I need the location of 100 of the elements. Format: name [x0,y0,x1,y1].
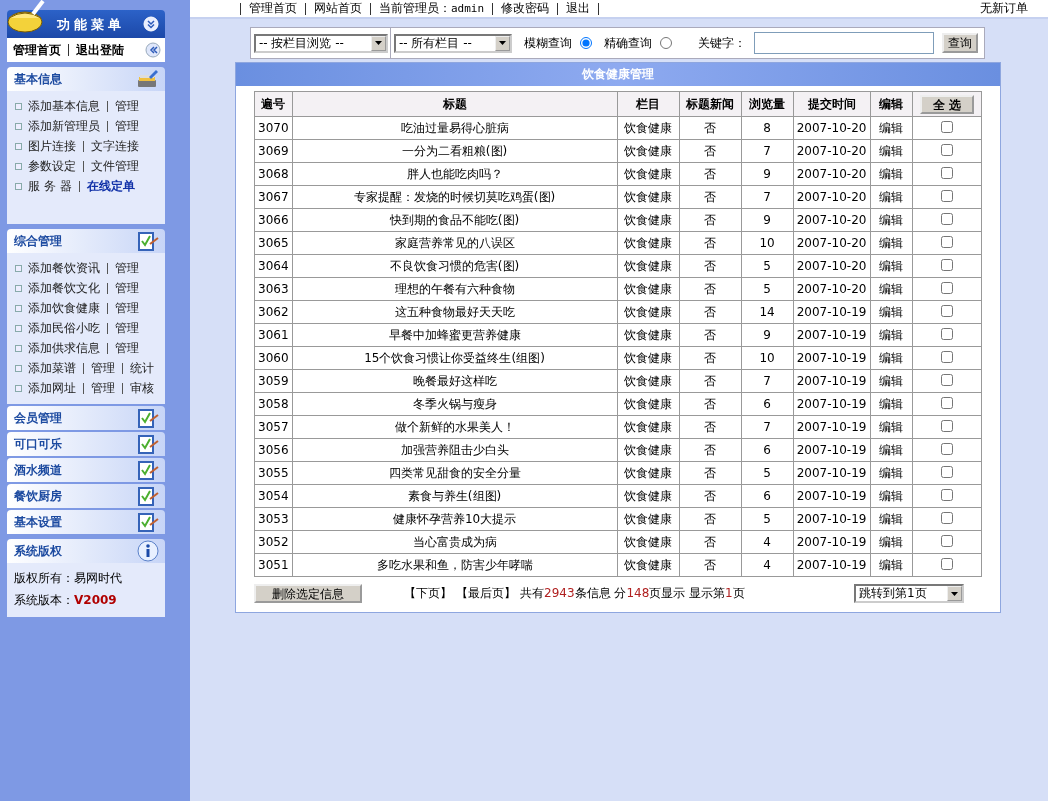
top-link[interactable]: 网站首页 [314,0,362,17]
edit-link[interactable]: 编辑 [870,139,913,163]
row-checkbox[interactable] [940,143,953,156]
title-link[interactable]: 吃油过量易得心脏病 [292,116,618,140]
edit-link[interactable]: 编辑 [870,162,913,186]
top-link[interactable]: 修改密码 [501,0,550,17]
title-link[interactable]: 15个饮食习惯让你受益终生(组图) [292,346,618,370]
title-link[interactable]: 晚餐最好这样吃 [292,369,618,393]
edit-link[interactable]: 编辑 [870,415,913,439]
row-checkbox[interactable] [940,442,953,455]
title-link[interactable]: 理想的午餐有六种食物 [292,277,618,301]
menu-link[interactable]: 添加供求信息 [28,339,100,357]
row-checkbox[interactable] [940,488,953,501]
row-checkbox[interactable] [940,235,953,248]
menu-link[interactable]: 管理 [115,97,139,115]
menu-link[interactable]: 管理 [115,279,139,297]
title-link[interactable]: 当心富贵成为病 [292,530,618,554]
section-header[interactable]: 综合管理 [7,229,165,253]
row-checkbox[interactable] [940,189,953,202]
menu-link[interactable]: 在线定单 [86,177,135,195]
edit-link[interactable]: 编辑 [870,484,913,508]
menu-link[interactable]: 管理 [115,117,139,135]
menu-link[interactable]: 添加网址 [28,379,76,397]
edit-link[interactable]: 编辑 [870,507,913,531]
row-checkbox[interactable] [940,350,953,363]
row-checkbox[interactable] [940,166,953,179]
menu-link[interactable]: 图片连接 [28,137,76,155]
menu-link[interactable]: 审核 [130,379,154,397]
menu-link[interactable]: 添加基本信息 [28,97,100,115]
edit-link[interactable]: 编辑 [870,369,913,393]
edit-link[interactable]: 编辑 [870,116,913,140]
menu-link[interactable]: 统计 [130,359,154,377]
section-header[interactable]: 餐饮厨房 [7,484,165,508]
title-link[interactable]: 不良饮食习惯的危害(图) [292,254,618,278]
edit-link[interactable]: 编辑 [870,346,913,370]
row-checkbox[interactable] [940,557,953,570]
edit-link[interactable]: 编辑 [870,185,913,209]
title-link[interactable]: 健康怀孕营养10大提示 [292,507,618,531]
menu-link[interactable]: 添加餐饮文化 [28,279,100,297]
row-checkbox[interactable] [940,281,953,294]
row-checkbox[interactable] [940,120,953,133]
row-checkbox[interactable] [940,465,953,478]
pager-link[interactable]: 【最后页】 [456,585,516,602]
keyword-field[interactable] [754,32,934,54]
title-link[interactable]: 做个新鲜的水果美人！ [292,415,618,439]
top-link[interactable]: 管理首页 [249,0,297,17]
menu-link[interactable]: 退出登陆 [76,41,124,59]
menu-link[interactable]: 添加饮食健康 [28,299,100,317]
title-link[interactable]: 专家提醒：发烧的时候切莫吃鸡蛋(图) [292,185,618,209]
menu-link[interactable]: 添加餐饮资讯 [28,259,100,277]
menu-link[interactable]: 文字连接 [91,137,139,155]
section-header[interactable]: 基本信息 [7,67,165,91]
edit-link[interactable]: 编辑 [870,461,913,485]
row-checkbox[interactable] [940,534,953,547]
menu-link[interactable]: 管理 [91,359,115,377]
section-header[interactable]: 系统版权 [7,539,165,563]
menu-link[interactable]: 管理 [115,299,139,317]
title-link[interactable]: 加强营养阻击少白头 [292,438,618,462]
menu-link[interactable]: 参数设定 [28,157,76,175]
edit-link[interactable]: 编辑 [870,277,913,301]
title-link[interactable]: 一分为二看粗粮(图) [292,139,618,163]
select-all-button[interactable]: 全 选 [919,94,974,114]
menu-link[interactable]: 添加民俗小吃 [28,319,100,337]
edit-link[interactable]: 编辑 [870,323,913,347]
menu-link[interactable]: 管理 [115,259,139,277]
delete-selected-button[interactable]: 删除选定信息 [254,584,362,603]
title-link[interactable]: 胖人也能吃肉吗？ [292,162,618,186]
menu-link[interactable]: 管理 [91,379,115,397]
title-link[interactable]: 快到期的食品不能吃(图) [292,208,618,232]
edit-link[interactable]: 编辑 [870,254,913,278]
radio-button[interactable] [580,37,592,49]
row-checkbox[interactable] [940,419,953,432]
title-link[interactable]: 四类常见甜食的安全分量 [292,461,618,485]
title-link[interactable]: 家庭营养常见的八误区 [292,231,618,255]
row-checkbox[interactable] [940,258,953,271]
top-link[interactable]: 退出 [566,0,591,17]
menu-link[interactable]: 管理 [115,339,139,357]
edit-link[interactable]: 编辑 [870,392,913,416]
row-checkbox[interactable] [940,396,953,409]
row-checkbox[interactable] [940,327,953,340]
menu-link[interactable]: 添加新管理员 [28,117,100,135]
section-header[interactable]: 可口可乐 [7,432,165,456]
menu-link[interactable]: 添加菜谱 [28,359,76,377]
menu-link[interactable]: 文件管理 [91,157,139,175]
edit-link[interactable]: 编辑 [870,231,913,255]
section-header[interactable]: 基本设置 [7,510,165,534]
edit-link[interactable]: 编辑 [870,208,913,232]
radio-button[interactable] [660,37,672,49]
page-jump-select[interactable]: 跳转到第1页 [854,584,964,603]
menu-link[interactable]: 管理 [115,319,139,337]
edit-link[interactable]: 编辑 [870,530,913,554]
title-link[interactable]: 多吃水果和鱼，防害少年哮喘 [292,553,618,577]
row-checkbox[interactable] [940,304,953,317]
menu-link[interactable]: 管理首页 [13,41,61,59]
section-header[interactable]: 会员管理 [7,406,165,430]
edit-link[interactable]: 编辑 [870,300,913,324]
column-select[interactable]: -- 所有栏目 -- [394,33,512,53]
row-checkbox[interactable] [940,212,953,225]
row-checkbox[interactable] [940,511,953,524]
title-link[interactable]: 冬季火锅与瘦身 [292,392,618,416]
